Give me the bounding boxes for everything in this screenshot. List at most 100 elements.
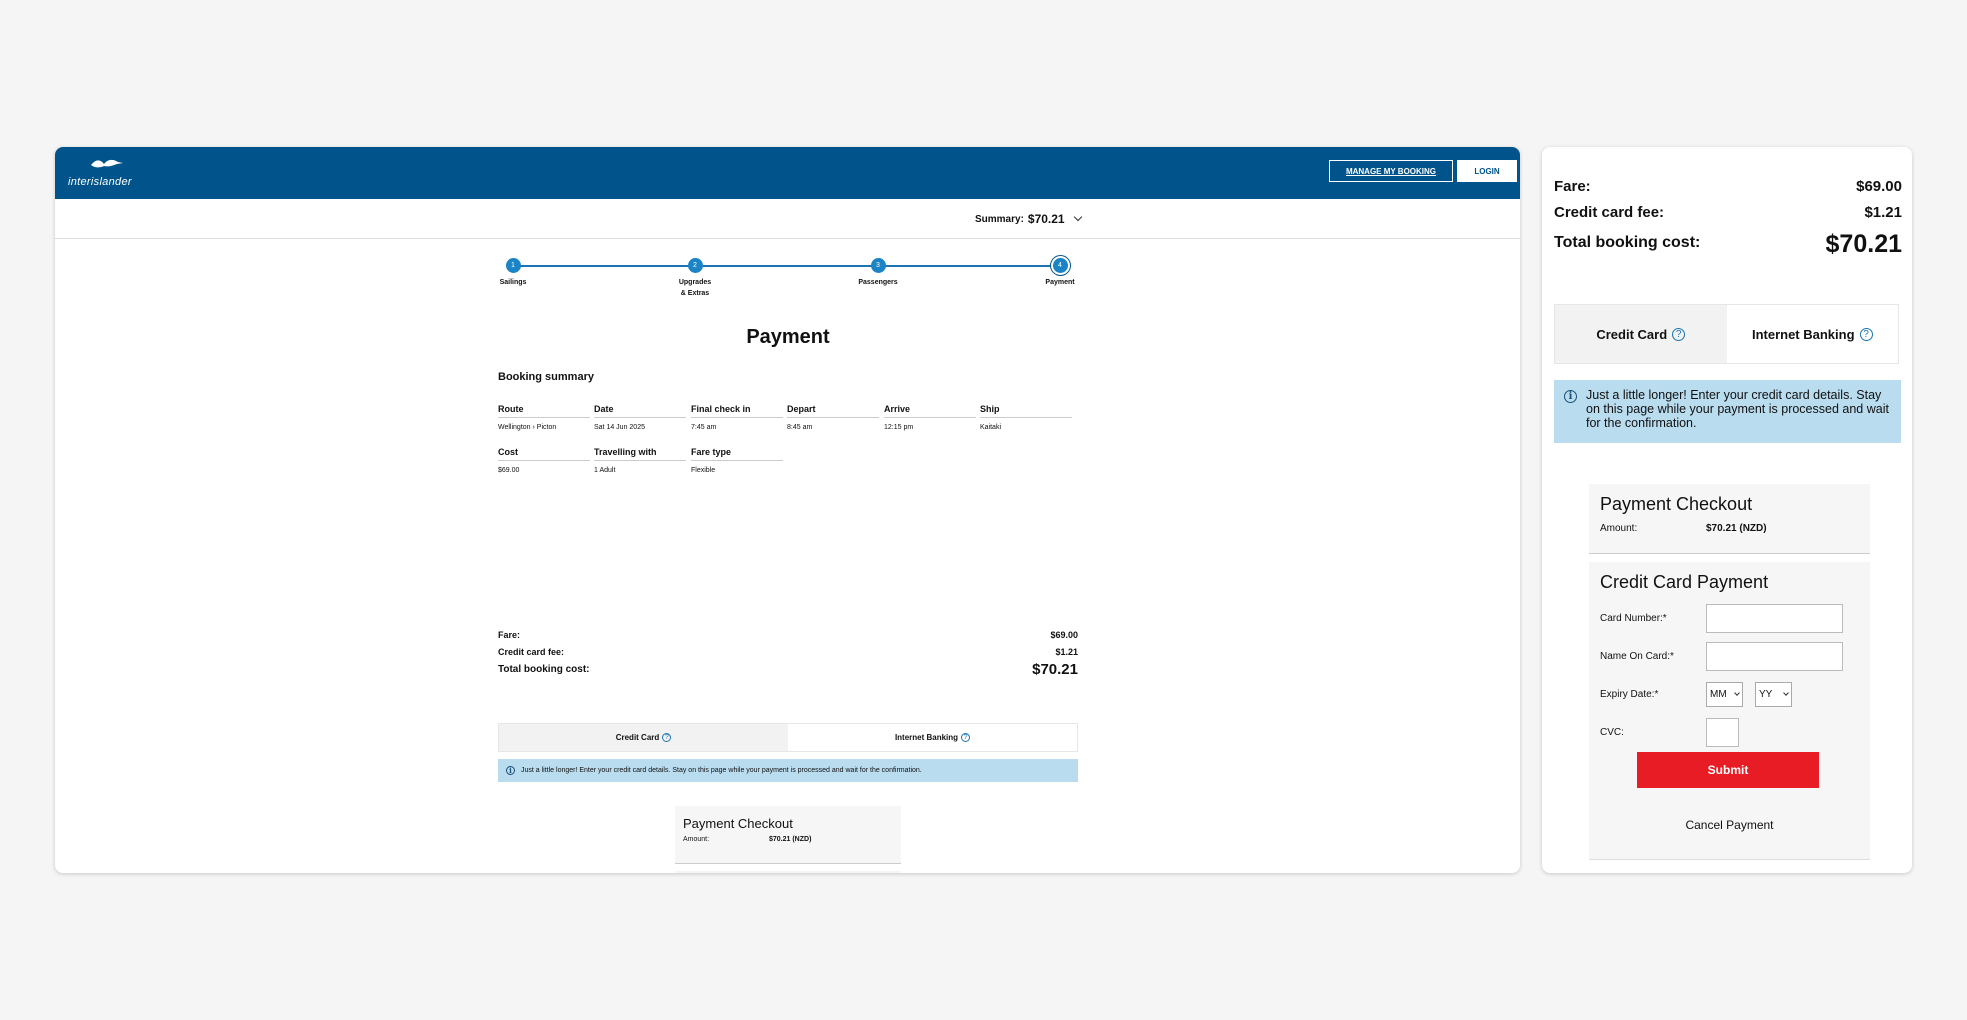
cvc-row: CVC:: [1600, 713, 1859, 751]
field-label: Ship: [980, 404, 1072, 418]
payment-checkout-panel: Payment Checkout Amount: $70.21 (NZD): [1589, 484, 1870, 554]
fare-row: Fare: $69.00: [498, 630, 1078, 647]
brand-name: interislander: [68, 176, 132, 188]
amount-label: Amount:: [683, 836, 710, 843]
booking-field-fare-type: Fare type Flexible: [691, 447, 783, 474]
field-value: Sat 14 Jun 2025: [594, 424, 645, 431]
payment-checkout-panel: Payment Checkout Amount: $70.21 (NZD): [675, 806, 901, 864]
name-on-card-input[interactable]: [1706, 641, 1843, 671]
info-icon: i: [506, 766, 515, 775]
fare-value: $69.00: [1856, 178, 1902, 195]
step-label: Upgrades & Extras: [665, 277, 725, 299]
field-value: Kaitaki: [980, 424, 1002, 431]
field-label: Depart: [787, 404, 879, 418]
help-icon[interactable]: ?: [961, 733, 971, 742]
login-button[interactable]: LOGIN: [1457, 160, 1517, 182]
tab-label: Internet Banking: [1751, 326, 1855, 342]
fee-label: Credit card fee:: [1554, 204, 1665, 221]
step-number: 2: [687, 258, 703, 273]
fare-label: Fare:: [498, 630, 521, 640]
help-icon[interactable]: ?: [662, 733, 672, 742]
field-label: Arrive: [884, 404, 976, 418]
field-value: $69.00: [498, 467, 520, 474]
field-value: Wellington › Picton: [498, 424, 557, 431]
summary-bar: Summary: $70.21: [55, 199, 1520, 239]
step-label-line1: Upgrades: [678, 279, 712, 286]
step-sailings[interactable]: 1 Sailings: [483, 258, 543, 288]
field-value: 7:45 am: [691, 424, 717, 431]
total-label: Total booking cost:: [498, 664, 590, 675]
field-label: Travelling with: [594, 447, 686, 461]
fee-label: Credit card fee:: [498, 647, 565, 657]
step-label: Passengers: [858, 279, 898, 286]
name-on-card-label: Name On Card:*: [1600, 650, 1674, 662]
help-icon[interactable]: ?: [1672, 327, 1686, 341]
cost-totals: Fare: $69.00 Credit card fee: $1.21 Tota…: [498, 630, 1078, 686]
booking-field-arrive: Arrive 12:15 pm: [884, 404, 976, 431]
info-banner: i Just a little longer! Enter your credi…: [498, 759, 1078, 782]
tab-credit-card[interactable]: Credit Card ?: [1555, 305, 1727, 363]
checkout-title: Payment Checkout: [683, 816, 793, 831]
expiry-label: Expiry Date:*: [1600, 688, 1659, 700]
expiry-year-select[interactable]: YY: [1755, 681, 1792, 707]
fee-row: Credit card fee: $1.21: [498, 647, 1078, 664]
booking-field-cost: Cost $69.00: [498, 447, 590, 474]
help-icon[interactable]: ?: [1859, 327, 1873, 341]
tab-internet-banking[interactable]: Internet Banking ?: [1727, 305, 1899, 363]
brand-logo[interactable]: interislander: [68, 157, 178, 191]
cvc-label: CVC:: [1600, 726, 1624, 738]
cvc-input[interactable]: [1706, 717, 1739, 747]
step-upgrades[interactable]: 2 Upgrades & Extras: [665, 258, 725, 299]
info-icon: i: [1564, 390, 1577, 403]
step-number: 4: [1052, 258, 1068, 273]
progress-stepper: 1 Sailings 2 Upgrades & Extras 3 Passenge…: [498, 257, 1078, 305]
name-on-card-row: Name On Card:*: [1600, 637, 1859, 675]
card-number-input[interactable]: [1706, 603, 1843, 633]
credit-card-form: Credit Card Payment Card Number:* Name O…: [675, 871, 901, 873]
step-passengers[interactable]: 3 Passengers: [848, 258, 908, 288]
checkout-amount-row: Amount: $70.21 (NZD): [683, 836, 893, 843]
submit-button[interactable]: Submit: [1637, 752, 1819, 788]
field-label: Fare type: [691, 447, 783, 461]
field-label: Cost: [498, 447, 590, 461]
fee-value: $1.21: [1055, 647, 1078, 657]
booking-field-route: Route Wellington › Picton: [498, 404, 590, 431]
cost-totals: Fare: $69.00 Credit card fee: $1.21 Tota…: [1554, 178, 1902, 268]
checkout-title: Payment Checkout: [1600, 494, 1753, 514]
fee-row: Credit card fee: $1.21: [1554, 204, 1902, 230]
chevron-down-icon: [1734, 690, 1740, 696]
payment-content: 1 Sailings 2 Upgrades & Extras 3 Passenge…: [498, 257, 1078, 873]
cc-form-title: Credit Card Payment: [1600, 572, 1769, 592]
total-value: $70.21: [1032, 661, 1078, 678]
total-value: $70.21: [1825, 230, 1902, 258]
expiry-month-select[interactable]: MM: [1706, 681, 1743, 707]
booking-field-check-in: Final check in 7:45 am: [691, 404, 783, 431]
mobile-preview: Fare: $69.00 Credit card fee: $1.21 Tota…: [1542, 147, 1912, 873]
total-row: Total booking cost: $70.21: [498, 661, 1078, 686]
chevron-down-icon: [1073, 212, 1082, 222]
tab-label: Credit Card: [1596, 326, 1668, 342]
expiry-row: Expiry Date:* MM YY: [1600, 675, 1859, 713]
summary-amount: $70.21: [1027, 212, 1065, 226]
chevron-down-icon: [1783, 690, 1789, 696]
field-value: Flexible: [691, 467, 716, 474]
booking-summary-heading: Booking summary: [498, 371, 594, 383]
field-label: Final check in: [691, 404, 783, 418]
step-label-line2: & Extras: [680, 290, 710, 297]
amount-value: $70.21 (NZD): [769, 836, 812, 843]
summary-toggle[interactable]: Summary: $70.21: [975, 212, 1082, 226]
step-number: 1: [505, 258, 521, 273]
checkout-amount-row: Amount: $70.21 (NZD): [1600, 523, 1859, 534]
booking-field-travelling-with: Travelling with 1 Adult: [594, 447, 686, 474]
cancel-payment-link[interactable]: Cancel Payment: [1589, 818, 1870, 832]
page-title: Payment: [746, 326, 830, 348]
total-row: Total booking cost: $70.21: [1554, 230, 1902, 268]
fare-value: $69.00: [1050, 630, 1078, 640]
tab-credit-card[interactable]: Credit Card ?: [499, 724, 788, 751]
tab-internet-banking[interactable]: Internet Banking ?: [788, 724, 1077, 751]
manage-booking-button[interactable]: MANAGE MY BOOKING: [1329, 160, 1453, 182]
card-number-row: Card Number:*: [1600, 599, 1859, 637]
select-value: MM: [1710, 688, 1727, 700]
step-payment: 4 Payment: [1030, 258, 1090, 288]
fare-row: Fare: $69.00: [1554, 178, 1902, 204]
